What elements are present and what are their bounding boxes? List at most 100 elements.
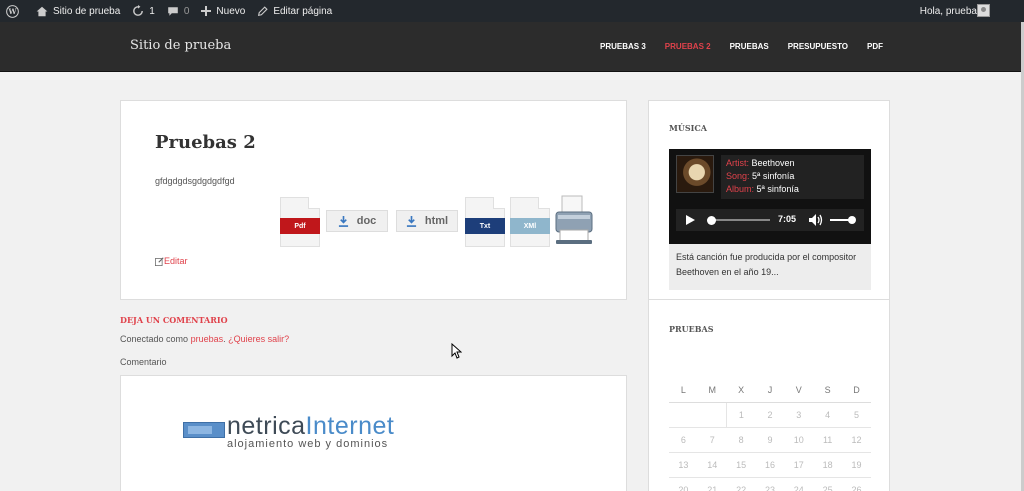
nav-item-pdf[interactable]: PDF (867, 42, 883, 51)
doc-download-button[interactable]: doc (326, 210, 388, 232)
user-link[interactable]: pruebas (191, 334, 224, 344)
post-card: Pruebas 2 gfdgdgdsgdgdgdfgd Pdf doc html… (120, 100, 627, 300)
nav-item-pruebas[interactable]: PRUEBAS (730, 42, 769, 51)
comment-bubble-icon (168, 6, 178, 16)
download-icon (406, 215, 416, 227)
album-cover (676, 155, 714, 193)
calendar-day (697, 401, 727, 427)
calendar-week: 20 21 22 23 24 25 26 (669, 476, 871, 491)
track-info: Artist: Beethoven Song: 5ª sinfonía Albu… (721, 155, 864, 199)
calendar-day: 8 (726, 426, 756, 452)
player-controls: 7:05 (676, 209, 864, 231)
comment-heading: DEJA UN COMENTARIO (120, 315, 228, 325)
logged-in-prefix: Conectado como (120, 334, 189, 344)
music-widget-title: MÚSICA (669, 123, 707, 133)
site-name-item[interactable]: Sitio de prueba (30, 0, 126, 22)
edit-label: Editar (164, 256, 188, 266)
page-title: Pruebas 2 (155, 132, 256, 153)
weekday-j: J (767, 384, 773, 395)
site-title[interactable]: Sitio de prueba (130, 38, 231, 53)
calendar-day (669, 401, 698, 427)
progress-handle[interactable] (707, 216, 716, 225)
calendar-day: 24 (784, 476, 814, 491)
edit-icon (155, 256, 164, 266)
song-label: Song: (726, 171, 750, 181)
calendar-day: 10 (784, 426, 814, 452)
calendar-day: 9 (755, 426, 785, 452)
html-download-button[interactable]: html (396, 210, 458, 232)
html-label: html (424, 215, 449, 227)
refresh-icon (133, 5, 144, 16)
post-content: gfdgdgdsgdgdgdfgd (155, 176, 235, 186)
calendar-day: 5 (842, 401, 871, 427)
calendar-day: 17 (784, 451, 814, 477)
pdf-label: Pdf (280, 218, 320, 234)
xml-label: XMl (510, 218, 550, 234)
logo-tagline: alojamiento web y dominios (227, 438, 389, 450)
comment-label: Comentario (120, 357, 167, 367)
calendar-week: 1 2 3 4 5 (669, 401, 871, 427)
calendar-day: 1 (726, 401, 756, 427)
nav-item-presupuesto[interactable]: PRESUPUESTO (788, 42, 848, 51)
artist-value: Beethoven (751, 158, 795, 168)
mouse-cursor-icon (451, 343, 462, 359)
volume-icon[interactable] (809, 214, 823, 226)
song-value: 5ª sinfonía (752, 171, 795, 181)
new-label: Nuevo (216, 5, 246, 17)
volume-handle[interactable] (848, 216, 856, 224)
weekday-s: S (824, 384, 831, 395)
site-header: Sitio de prueba PRUEBAS 3 PRUEBAS 2 PRUE… (0, 22, 1024, 72)
calendar-day: 22 (726, 476, 756, 491)
calendar-day: 25 (813, 476, 843, 491)
calendar-day: 13 (669, 451, 698, 477)
new-item[interactable]: Nuevo (195, 0, 251, 22)
xml-download-button[interactable]: XMl (510, 197, 550, 247)
progress-track[interactable] (710, 219, 770, 221)
calendar-widget-title: PRUEBAS (669, 324, 714, 334)
weekday-l: L (680, 384, 686, 395)
logged-in-line: Conectado como pruebas. ¿Quieres salir? (120, 334, 289, 344)
calendar-day: 26 (842, 476, 871, 491)
comment-textarea[interactable]: netricaInternet alojamiento web y domini… (120, 375, 627, 491)
txt-label: Txt (465, 218, 505, 234)
calendar-day: 14 (697, 451, 727, 477)
wordpress-logo-item[interactable]: W (0, 0, 30, 22)
logo-name-a: netrica (227, 412, 306, 440)
site-name-label: Sitio de prueba (53, 5, 121, 17)
weekday-v: V (795, 384, 802, 395)
artist-label: Artist: (726, 158, 750, 168)
nav-item-pruebas-2[interactable]: PRUEBAS 2 (665, 42, 711, 51)
album-value: 5ª sinfonía (756, 184, 799, 194)
main-nav: PRUEBAS 3 PRUEBAS 2 PRUEBAS PRESUPUESTO … (600, 42, 902, 51)
song-caption: Está canción fue producida por el compos… (669, 244, 871, 290)
calendar-day: 12 (842, 426, 871, 452)
duration: 7:05 (778, 214, 797, 224)
avatar[interactable] (977, 4, 990, 17)
print-icon[interactable] (554, 194, 594, 246)
comments-item[interactable]: 0 (161, 0, 196, 22)
comments-count: 0 (183, 5, 190, 17)
edit-link[interactable]: Editar (155, 256, 188, 266)
audio-player: Artist: Beethoven Song: 5ª sinfonía Albu… (669, 149, 871, 244)
svg-text:W: W (7, 7, 17, 16)
weekday-d: D (853, 384, 860, 395)
period: . (223, 334, 226, 344)
play-icon[interactable] (686, 215, 695, 225)
nav-item-pruebas-3[interactable]: PRUEBAS 3 (600, 42, 646, 51)
weekday-m: M (708, 384, 717, 395)
calendar-day: 3 (784, 401, 814, 427)
calendar-day: 2 (755, 401, 785, 427)
plus-icon (201, 6, 212, 16)
calendar-day: 4 (813, 401, 843, 427)
calendar-widget: PRUEBAS L M X J V S D 1 2 3 4 5 6 7 8 9 … (648, 300, 890, 491)
calendar-day: 23 (755, 476, 785, 491)
pencil-icon (258, 5, 268, 16)
calendar-day: 6 (669, 426, 698, 452)
edit-page-item[interactable]: Editar página (251, 0, 338, 22)
txt-download-button[interactable]: Txt (465, 197, 505, 247)
updates-item[interactable]: 1 (126, 0, 161, 22)
logout-link[interactable]: ¿Quieres salir? (228, 334, 289, 344)
logo-name-b: Internet (305, 412, 395, 440)
calendar-day: 19 (842, 451, 871, 477)
pdf-download-button[interactable]: Pdf (280, 197, 320, 247)
